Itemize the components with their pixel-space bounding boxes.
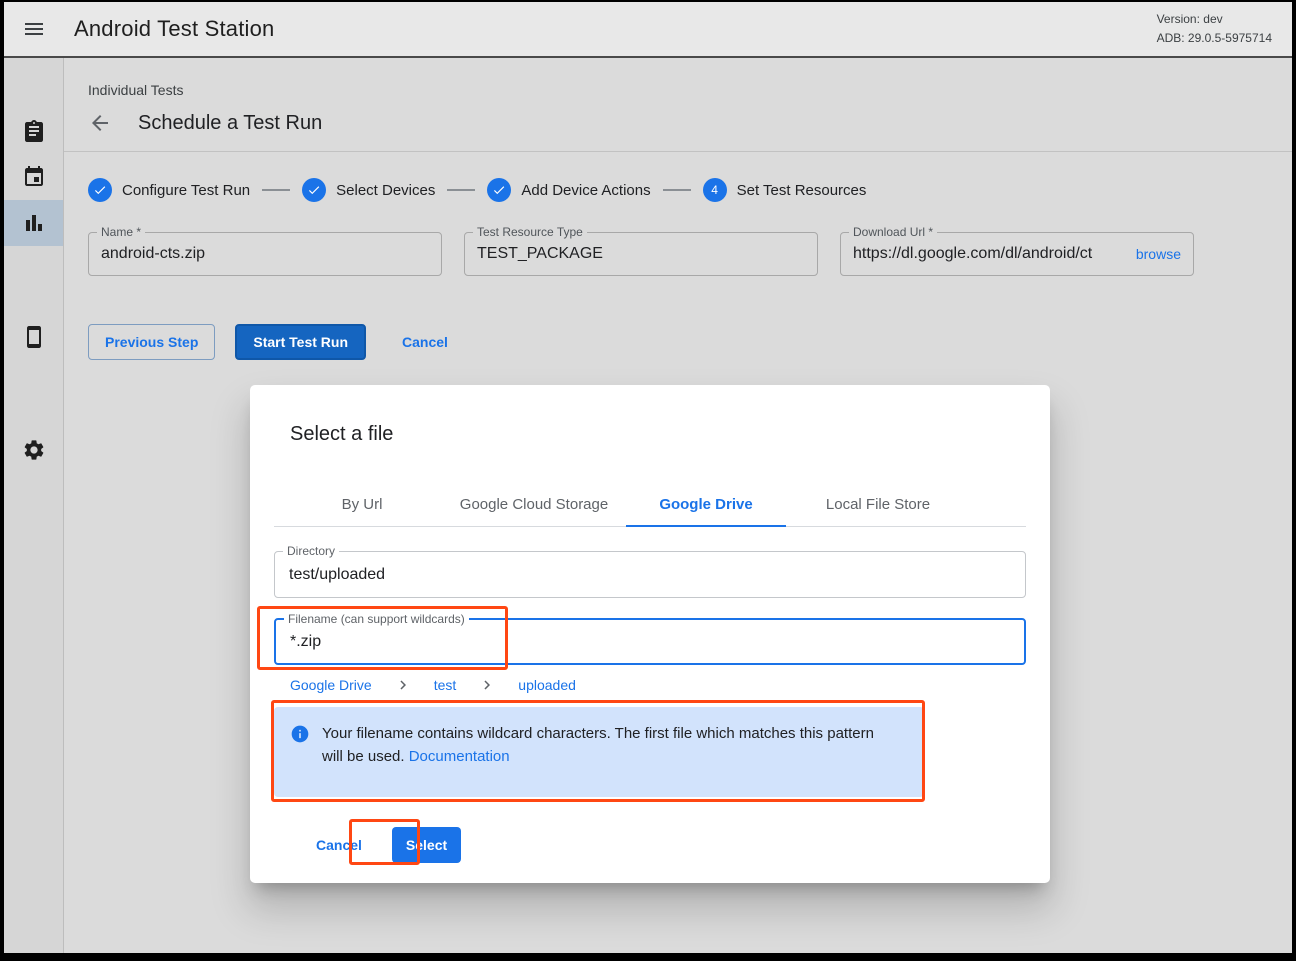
download-url-input[interactable] — [853, 245, 1128, 263]
download-url-field[interactable]: Download Url * browse — [840, 232, 1194, 276]
step-done-icon — [302, 178, 326, 202]
check-icon — [492, 183, 506, 197]
screen: Android Test Station Version: dev ADB: 2… — [0, 0, 1296, 961]
dialog-title: Select a file — [290, 423, 1026, 446]
smartphone-icon — [22, 325, 46, 349]
sidebar — [4, 58, 64, 953]
chevron-right-icon — [394, 676, 412, 694]
adb-version-line: ADB: 29.0.5-5975714 — [1157, 29, 1272, 48]
select-file-dialog: Select a file By Url Google Cloud Storag… — [250, 385, 1050, 883]
step-connector — [447, 189, 475, 191]
tab-google-cloud-storage[interactable]: Google Cloud Storage — [448, 482, 620, 526]
name-field-label: Name * — [97, 225, 145, 239]
clipboard-icon — [22, 119, 46, 143]
page-title: Schedule a Test Run — [138, 112, 322, 135]
name-field[interactable]: Name * — [88, 232, 442, 276]
check-icon — [307, 183, 321, 197]
test-resource-type-label: Test Resource Type — [473, 225, 587, 239]
directory-field-label: Directory — [283, 544, 339, 558]
step-select-devices[interactable]: Select Devices — [302, 178, 435, 202]
breadcrumb-uploaded[interactable]: uploaded — [518, 677, 576, 693]
back-button[interactable] — [88, 111, 112, 135]
filename-field[interactable]: Filename (can support wildcards) — [274, 618, 1026, 665]
tab-google-drive[interactable]: Google Drive — [620, 482, 792, 526]
step-connector — [663, 189, 691, 191]
app-window: Android Test Station Version: dev ADB: 2… — [4, 2, 1292, 953]
dialog-cancel-button[interactable]: Cancel — [308, 829, 370, 861]
name-input[interactable] — [101, 245, 429, 263]
step-label: Set Test Resources — [737, 182, 867, 199]
sidebar-item-results[interactable] — [4, 200, 63, 246]
test-resource-fields: Name * Test Resource Type Download Url *… — [88, 232, 1268, 276]
hamburger-icon — [22, 17, 46, 41]
step-connector — [262, 189, 290, 191]
divider — [64, 151, 1292, 152]
sidebar-item-devices[interactable] — [4, 314, 63, 360]
breadcrumb-root[interactable]: Google Drive — [290, 677, 372, 693]
tab-local-file-store[interactable]: Local File Store — [792, 482, 964, 526]
step-label: Add Device Actions — [521, 182, 650, 199]
step-number-badge: 4 — [703, 178, 727, 202]
browse-link[interactable]: browse — [1136, 246, 1181, 262]
test-resource-type-input[interactable] — [477, 245, 805, 263]
cancel-button[interactable]: Cancel — [402, 334, 448, 350]
chevron-right-icon — [478, 676, 496, 694]
sidebar-item-settings[interactable] — [4, 427, 63, 473]
filename-field-label: Filename (can support wildcards) — [284, 612, 469, 626]
breadcrumb-test[interactable]: test — [434, 677, 457, 693]
info-icon — [290, 724, 310, 744]
step-configure-test-run[interactable]: Configure Test Run — [88, 178, 250, 202]
dialog-select-button[interactable]: Select — [392, 827, 461, 863]
stepper: Configure Test Run Select Devices Add De… — [88, 178, 1268, 202]
app-title: Android Test Station — [74, 16, 275, 42]
step-add-device-actions[interactable]: Add Device Actions — [487, 178, 650, 202]
directory-input[interactable] — [289, 566, 1011, 584]
breadcrumb: Individual Tests — [88, 82, 1268, 98]
filename-input[interactable] — [290, 633, 1010, 651]
step-label: Configure Test Run — [122, 182, 250, 199]
step-label: Select Devices — [336, 182, 435, 199]
page-title-row: Schedule a Test Run — [88, 111, 1268, 135]
tab-by-url[interactable]: By Url — [276, 482, 448, 526]
drive-breadcrumb: Google Drive test uploaded — [274, 675, 1026, 695]
documentation-link[interactable]: Documentation — [409, 748, 510, 765]
download-url-label: Download Url * — [849, 225, 937, 239]
page-actions: Previous Step Start Test Run Cancel — [88, 324, 1268, 360]
hamburger-menu-button[interactable] — [20, 15, 48, 43]
bar-chart-icon — [22, 211, 46, 235]
gear-icon — [22, 438, 46, 462]
start-test-run-button[interactable]: Start Test Run — [235, 324, 366, 360]
app-header: Android Test Station Version: dev ADB: 2… — [4, 2, 1292, 58]
calendar-icon — [22, 165, 46, 189]
sidebar-item-tests[interactable] — [4, 108, 63, 154]
step-set-test-resources[interactable]: 4 Set Test Resources — [703, 178, 867, 202]
info-message: Your filename contains wildcard characte… — [322, 725, 874, 765]
dialog-actions: Cancel Select — [274, 827, 1026, 863]
arrow-back-icon — [88, 111, 112, 135]
directory-field[interactable]: Directory — [274, 551, 1026, 598]
step-done-icon — [487, 178, 511, 202]
step-done-icon — [88, 178, 112, 202]
wildcard-info-text: Your filename contains wildcard characte… — [322, 722, 887, 782]
version-info: Version: dev ADB: 29.0.5-5975714 — [1157, 10, 1276, 47]
version-line: Version: dev — [1157, 10, 1272, 29]
dialog-tabs: By Url Google Cloud Storage Google Drive… — [274, 482, 1026, 527]
check-icon — [93, 183, 107, 197]
sidebar-item-schedule[interactable] — [4, 154, 63, 200]
wildcard-info-banner: Your filename contains wildcard characte… — [274, 707, 924, 797]
previous-step-button[interactable]: Previous Step — [88, 324, 215, 360]
test-resource-type-field[interactable]: Test Resource Type — [464, 232, 818, 276]
